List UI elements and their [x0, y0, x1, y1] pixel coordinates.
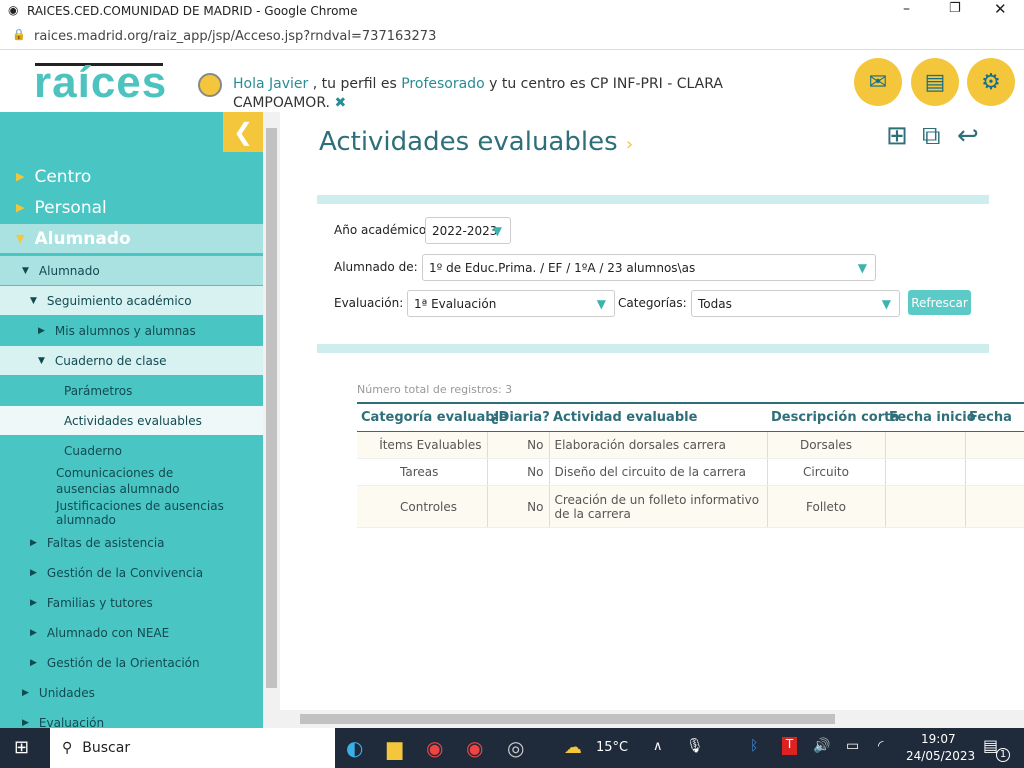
- col-descripcion[interactable]: Descripción corta: [767, 402, 899, 432]
- category-select[interactable]: Todas ▼: [691, 290, 900, 317]
- chrome-icon: ◉: [8, 3, 19, 17]
- edge-icon[interactable]: ◐: [346, 736, 363, 760]
- minimize-button[interactable]: –: [903, 1, 910, 17]
- back-icon[interactable]: ↩: [957, 121, 979, 151]
- sidebar-item-alumnado[interactable]: ▼ Alumnado: [0, 224, 263, 253]
- greeting: Hola Javier , tu perfil es Profesorado y…: [233, 76, 723, 111]
- activities-table-wrap: Categoría evaluable ¿Diaria? Actividad e…: [357, 402, 1024, 528]
- tray-chevron-icon[interactable]: ∧: [653, 739, 663, 754]
- sidebar-item-justificaciones[interactable]: Justificaciones de ausencias alumnado: [0, 498, 263, 527]
- category-label: Categorías: *: [618, 296, 697, 310]
- sidebar-item-parametros[interactable]: Parámetros: [0, 376, 263, 405]
- sidebar-item-actividades[interactable]: Actividades evaluables: [0, 406, 263, 435]
- sidebar-item-comunicaciones[interactable]: Comunicaciones de ausencias alumnado: [0, 464, 230, 498]
- group-label: Alumnado de: *: [334, 260, 427, 274]
- group-select[interactable]: 1º de Educ.Prima. / EF / 1ºA / 23 alumno…: [422, 254, 876, 281]
- refresh-button[interactable]: Refrescar: [908, 290, 971, 315]
- taskbar: ⊞ ⚲ Buscar ◐ ▆ ◉ ◉ ◎ ☁ 15°C ∧ 🎙 ᛒ T 🔊 ▭ ◜…: [0, 728, 1024, 768]
- url-text[interactable]: raices.madrid.org/raiz_app/jsp/Acceso.js…: [34, 29, 436, 44]
- sidebar-item-centro[interactable]: ▶ Centro: [0, 162, 263, 191]
- sidebar-item-evaluacion[interactable]: ▶ Evaluación: [0, 708, 263, 729]
- table-row[interactable]: Controles No Creación de un folleto inform…: [357, 485, 1024, 528]
- address-bar[interactable]: 🔒 raices.madrid.org/raiz_app/jsp/Acceso.…: [0, 22, 1024, 50]
- divider: [317, 344, 989, 353]
- new-document-icon[interactable]: ⊞: [886, 121, 908, 151]
- close-button[interactable]: ✕: [994, 0, 1007, 18]
- col-fecha-fin[interactable]: Fecha: [965, 402, 1024, 432]
- sidebar-item-convivencia[interactable]: ▶ Gestión de la Convivencia: [0, 558, 263, 587]
- obs-icon[interactable]: ◎: [507, 736, 524, 760]
- weather-icon[interactable]: ☁: [564, 737, 582, 758]
- col-diaria[interactable]: ¿Diaria?: [487, 402, 550, 432]
- sidebar-item-unidades[interactable]: ▶ Unidades: [0, 678, 263, 707]
- activities-table: Categoría evaluable ¿Diaria? Actividad e…: [357, 402, 1024, 528]
- maximize-button[interactable]: ❐: [949, 1, 961, 16]
- bluetooth-icon[interactable]: ᛒ: [750, 738, 758, 754]
- copy-document-icon[interactable]: ⧉: [922, 121, 941, 152]
- sidebar-item-orientacion[interactable]: ▶ Gestión de la Orientación: [0, 648, 263, 677]
- collapse-sidebar-button[interactable]: ❮: [223, 112, 263, 152]
- lock-icon: 🔒: [12, 28, 26, 41]
- scrollbar-thumb[interactable]: [300, 714, 835, 724]
- sidebar-item-personal[interactable]: ▶ Personal: [0, 193, 263, 222]
- browser-titlebar: ◉ RAICES.CED.COMUNIDAD DE MADRID - Googl…: [0, 0, 1024, 22]
- user-name: Javier: [269, 76, 309, 92]
- sidebar: ❮ ▶ Centro ▶ Personal ▼ Alumnado ▼ Alumnado …: [0, 112, 263, 728]
- sidebar-item-neae[interactable]: ▶ Alumnado con NEAE: [0, 618, 263, 647]
- horizontal-scrollbar[interactable]: [280, 710, 1024, 728]
- file-explorer-icon[interactable]: ▆: [387, 736, 402, 760]
- mail-icon[interactable]: ✉: [854, 58, 902, 106]
- battery-icon[interactable]: ▭: [846, 738, 859, 754]
- sidebar-item-cuaderno[interactable]: Cuaderno: [0, 436, 263, 465]
- gear-icon[interactable]: ⚙: [967, 58, 1015, 106]
- sidebar-item-familias[interactable]: ▶ Familias y tutores: [0, 588, 263, 617]
- scrollbar-thumb[interactable]: [266, 128, 277, 688]
- search-icon: ⚲: [62, 740, 73, 756]
- col-actividad[interactable]: Actividad evaluable: [549, 402, 767, 432]
- divider: [317, 195, 989, 204]
- table-row[interactable]: Ítems Evaluables No Elaboración dorsales c…: [357, 431, 1024, 459]
- sidebar-item-faltas[interactable]: ▶ Faltas de asistencia: [0, 528, 263, 557]
- sidebar-scrollbar[interactable]: [263, 112, 280, 728]
- record-count: Número total de registros: 3: [357, 383, 513, 396]
- close-session-icon[interactable]: ✖: [334, 95, 346, 111]
- raices-logo[interactable]: raíces: [34, 58, 167, 108]
- sidebar-item-seguimiento[interactable]: ▼ Seguimiento académico: [0, 286, 263, 315]
- sidebar-item-alumnado-sub[interactable]: ▼ Alumnado: [0, 256, 263, 285]
- documents-icon[interactable]: ▤: [911, 58, 959, 106]
- clock-date[interactable]: 24/05/2023: [906, 749, 975, 763]
- microphone-icon[interactable]: 🎙: [686, 738, 704, 754]
- sidebar-item-mis-alumnos[interactable]: ▶ Mis alumnos y alumnas: [0, 316, 263, 345]
- eval-select[interactable]: 1ª Evaluación ▼: [407, 290, 615, 317]
- wifi-icon[interactable]: ◜: [878, 738, 883, 754]
- page-title: Actividades evaluables ›: [319, 127, 634, 157]
- user-avatar-icon: [198, 73, 222, 97]
- col-categoria[interactable]: Categoría evaluable: [357, 402, 508, 432]
- window-title: RAICES.CED.COMUNIDAD DE MADRID - Google …: [27, 4, 358, 18]
- chrome-icon[interactable]: ◉: [466, 736, 483, 760]
- chrome-icon[interactable]: ◉: [426, 736, 443, 760]
- temperature[interactable]: 15°C: [596, 740, 628, 755]
- eval-label: Evaluación: *: [334, 296, 413, 310]
- year-select[interactable]: 2022-2023 ▼: [425, 217, 511, 244]
- year-label: Año académico:: [334, 223, 431, 237]
- col-fecha-inicio[interactable]: Fecha inicio: [885, 402, 976, 432]
- volume-icon[interactable]: 🔊: [813, 738, 830, 754]
- taskbar-search[interactable]: ⚲ Buscar: [50, 728, 335, 768]
- t-app-icon[interactable]: T: [782, 737, 797, 755]
- clock-time[interactable]: 19:07: [921, 732, 956, 746]
- table-row[interactable]: Tareas No Diseño del circuito de la carrer…: [357, 458, 1024, 486]
- profile-link[interactable]: Profesorado: [401, 76, 484, 92]
- sidebar-item-cuaderno-clase[interactable]: ▼ Cuaderno de clase: [0, 346, 263, 375]
- windows-start-icon[interactable]: ⊞: [14, 737, 29, 758]
- notification-count: 1: [996, 748, 1010, 762]
